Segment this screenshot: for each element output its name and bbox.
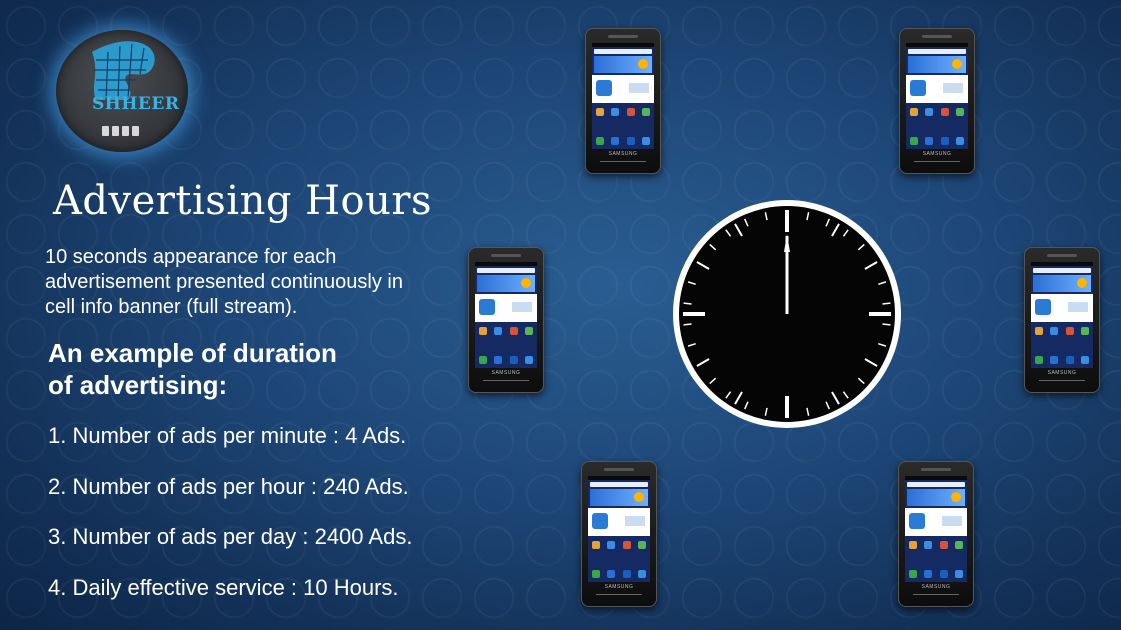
clock-tick bbox=[882, 302, 891, 305]
list-item: 1. Number of ads per minute : 4 Ads. bbox=[48, 423, 407, 448]
phone-image: SAMSUNG bbox=[1024, 247, 1100, 393]
list-item: 4. Daily effective service : 10 Hours. bbox=[48, 574, 399, 600]
phone-image: SAMSUNG bbox=[585, 28, 661, 174]
phone-brand: SAMSUNG bbox=[491, 370, 521, 376]
phone-brand: SAMSUNG bbox=[608, 151, 638, 157]
twitter-icon bbox=[102, 126, 109, 136]
social-icons bbox=[102, 126, 139, 136]
facebook-icon bbox=[112, 126, 119, 136]
linkedin-icon bbox=[132, 126, 139, 136]
clock-tick bbox=[882, 323, 891, 326]
phone-image: SAMSUNG bbox=[468, 247, 544, 393]
phone-image: SAMSUNG bbox=[899, 28, 975, 174]
phone-image: SAMSUNG bbox=[898, 461, 974, 607]
logo-text: SHHEER bbox=[92, 94, 180, 114]
phone-image: SAMSUNG bbox=[581, 461, 657, 607]
list-item: 3. Number of ads per day : 2400 Ads. bbox=[48, 524, 413, 549]
clock-tick bbox=[683, 302, 692, 305]
phone-brand: SAMSUNG bbox=[922, 151, 952, 157]
phone-brand: SAMSUNG bbox=[921, 584, 951, 590]
phone-brand: SAMSUNG bbox=[1047, 370, 1077, 376]
clock-tick bbox=[683, 323, 692, 326]
example-heading-line1: An example of duration bbox=[48, 338, 337, 368]
list-item: 2. Number of ads per hour : 240 Ads. bbox=[48, 473, 409, 499]
example-heading-line2: of advertising: bbox=[48, 370, 228, 400]
phone-brand: SAMSUNG bbox=[604, 584, 634, 590]
instagram-icon bbox=[122, 126, 129, 136]
example-heading: An example of duration of advertising: bbox=[48, 337, 337, 401]
page-title: Advertising Hours bbox=[53, 178, 433, 224]
ads-list: 1. Number of ads per minute : 4 Ads. 2. … bbox=[48, 422, 412, 624]
shheer-logo: SHHEER bbox=[56, 30, 188, 152]
description: 10 seconds appearance for each advertise… bbox=[45, 246, 403, 318]
clock-icon bbox=[673, 200, 901, 428]
